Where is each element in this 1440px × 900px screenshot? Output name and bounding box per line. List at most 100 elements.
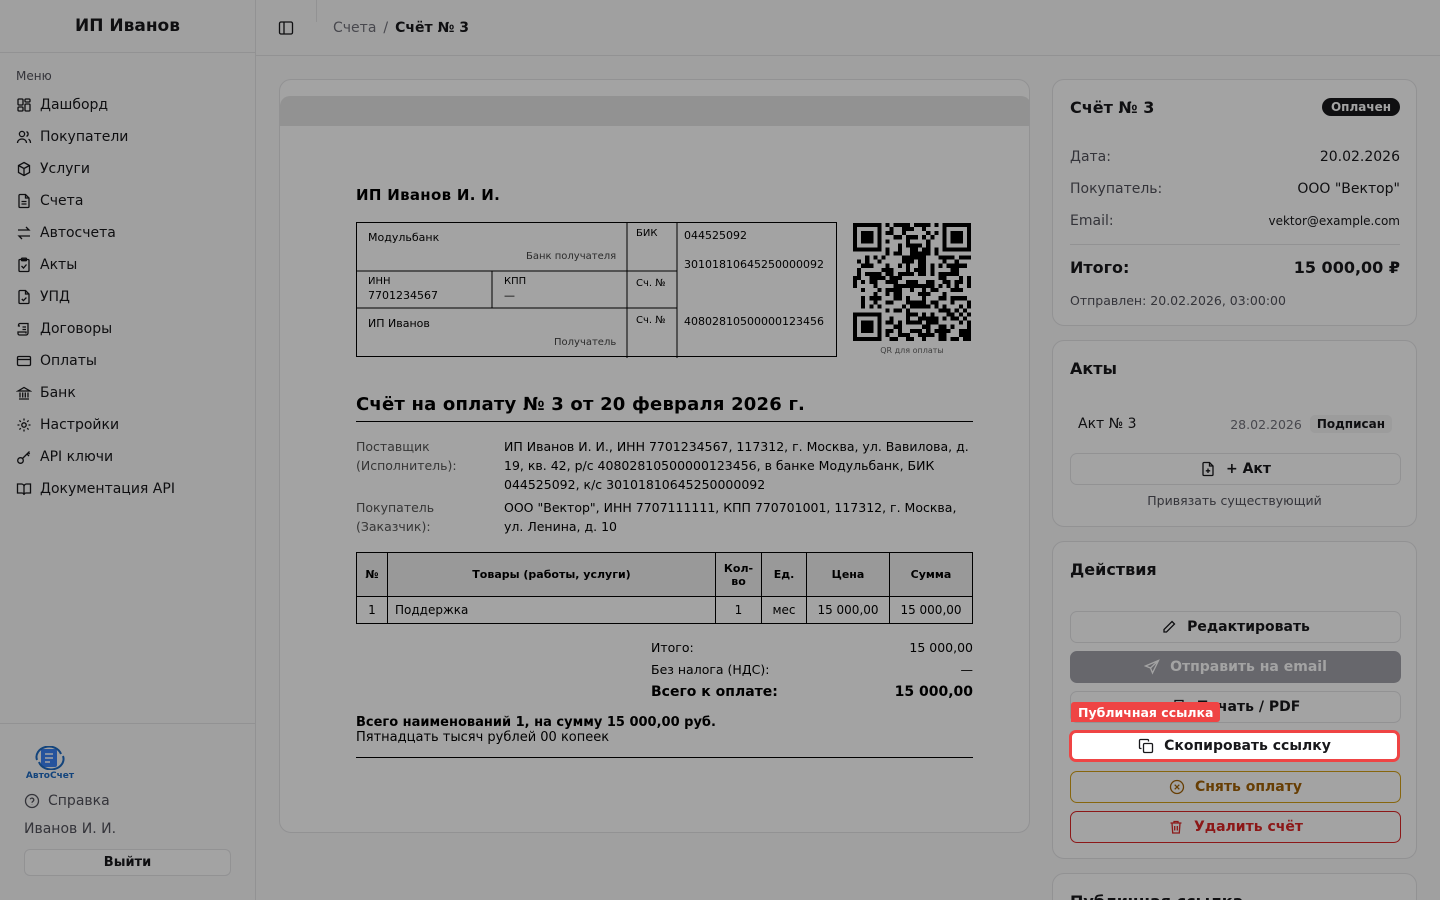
bik-value: 044525092 bbox=[684, 229, 747, 242]
row-item: Поддержка bbox=[387, 596, 716, 624]
logo-icon bbox=[35, 746, 65, 770]
col-items: Товары (работы, услуги) bbox=[387, 552, 716, 597]
sidebar-item-invoices[interactable]: Счета bbox=[0, 185, 255, 217]
help-link[interactable]: Справка bbox=[24, 787, 231, 815]
sidebar: ИП Иванов Меню Дашборд Покупатели Услуги… bbox=[0, 0, 256, 900]
total-value: 15 000,00 bbox=[909, 640, 973, 655]
logout-button[interactable]: Выйти bbox=[24, 849, 231, 876]
invoice-document: ИП Иванов И. И. Модульбанк Банк получате… bbox=[356, 186, 973, 758]
info-total-label: Итого: bbox=[1070, 258, 1130, 277]
buyer-row: Покупатель (Заказчик): ООО "Вектор", ИНН… bbox=[356, 498, 973, 536]
actions-panel: Действия Редактировать Отправить на emai… bbox=[1052, 541, 1417, 859]
credit-card-icon bbox=[16, 355, 32, 367]
info-title: Счёт № 3 bbox=[1070, 98, 1155, 117]
sidebar-item-api-docs[interactable]: Документация API bbox=[0, 473, 255, 505]
sidebar-item-api-keys[interactable]: API ключи bbox=[0, 441, 255, 473]
sidebar-item-contracts[interactable]: Договоры bbox=[0, 313, 255, 345]
book-open-icon bbox=[16, 483, 32, 496]
acts-panel: Акты Акт № 3 28.02.2026 Подписан + Акт П… bbox=[1052, 340, 1417, 527]
send-email-button[interactable]: Отправить на email bbox=[1070, 651, 1401, 683]
date-value: 20.02.2026 bbox=[1319, 149, 1400, 165]
sidebar-item-label: Автосчета bbox=[40, 225, 116, 241]
breadcrumb-invoices-link[interactable]: Счета bbox=[333, 20, 376, 36]
delete-invoice-label: Удалить счёт bbox=[1194, 819, 1303, 835]
invoice-preview: ИП Иванов И. И. Модульбанк Банк получате… bbox=[279, 79, 1030, 833]
sidebar-item-label: API ключи bbox=[40, 449, 114, 465]
vat-row: Без налога (НДС): — bbox=[651, 662, 973, 677]
date-label: Дата: bbox=[1070, 149, 1111, 165]
recipient-label: Получатель bbox=[554, 337, 617, 348]
sidebar-item-customers[interactable]: Покупатели bbox=[0, 121, 255, 153]
sidebar-item-dashboard[interactable]: Дашборд bbox=[0, 89, 255, 121]
copy-link-button[interactable]: Скопировать ссылку bbox=[1069, 730, 1400, 762]
link-existing-act[interactable]: Привязать существующий bbox=[1053, 493, 1416, 508]
row-sum: 15 000,00 bbox=[889, 596, 973, 624]
sidebar-item-label: Настройки bbox=[40, 417, 120, 433]
sidebar-item-label: Акты bbox=[40, 257, 78, 273]
bank-label: Банк получателя bbox=[526, 251, 617, 262]
row-qty: 1 bbox=[715, 596, 762, 624]
email-label: Email: bbox=[1070, 213, 1114, 229]
edit-button[interactable]: Редактировать bbox=[1070, 611, 1401, 643]
user-name: Иванов И. И. bbox=[24, 821, 117, 837]
sidebar-item-label: Оплаты bbox=[40, 353, 97, 369]
info-total-row: Итого: 15 000,00 ₽ bbox=[1070, 258, 1400, 277]
seller-name: ИП Иванов И. И. bbox=[356, 186, 501, 204]
bik-label: БИК bbox=[636, 228, 658, 239]
act-date: 28.02.2026 bbox=[1230, 416, 1302, 432]
send-icon bbox=[1144, 659, 1160, 675]
app-logo: АвтоСчет bbox=[24, 746, 76, 781]
sidebar-item-settings[interactable]: Настройки bbox=[0, 409, 255, 441]
sidebar-item-label: Счета bbox=[40, 193, 84, 209]
key-icon bbox=[17, 451, 31, 464]
clipboard-check-icon bbox=[18, 257, 30, 273]
vat-label: Без налога (НДС): bbox=[651, 662, 770, 677]
menu-title: Меню bbox=[16, 69, 52, 83]
breadcrumb-separator: / bbox=[383, 19, 389, 36]
sidebar-item-auto-invoices[interactable]: Автосчета bbox=[0, 217, 255, 249]
total-row: Итого: 15 000,00 bbox=[651, 640, 973, 655]
pencil-icon bbox=[1163, 620, 1176, 633]
top-bar: Счета / Счёт № 3 bbox=[256, 0, 1440, 56]
sidebar-item-upd[interactable]: УПД bbox=[0, 281, 255, 313]
summary-count: Всего наименований 1, на сумму 15 000,00… bbox=[356, 715, 716, 730]
x-circle-icon bbox=[1169, 779, 1185, 795]
status-badge: Оплачен bbox=[1321, 98, 1400, 116]
invoice-title: Счёт на оплату № 3 от 20 февраля 2026 г. bbox=[356, 394, 973, 422]
sidebar-item-label: УПД bbox=[40, 289, 70, 305]
kpp-label: КПП bbox=[504, 276, 527, 287]
delete-invoice-button[interactable]: Удалить счёт bbox=[1070, 811, 1401, 843]
bank-name: Модульбанк bbox=[368, 231, 440, 244]
account-label: Сч. № bbox=[636, 315, 666, 326]
panel-left-icon bbox=[278, 20, 294, 35]
total-label: Итого: bbox=[651, 640, 694, 655]
supplier-details: ИП Иванов И. И., ИНН 7701234567, 117312,… bbox=[504, 439, 969, 492]
add-act-button[interactable]: + Акт bbox=[1070, 453, 1401, 485]
remove-payment-button[interactable]: Снять оплату bbox=[1070, 771, 1401, 803]
trash-icon bbox=[1170, 820, 1182, 834]
act-status-badge: Подписан bbox=[1309, 415, 1392, 433]
users-icon bbox=[16, 130, 32, 144]
add-act-label: + Акт bbox=[1225, 461, 1272, 477]
arrows-swap-icon bbox=[17, 226, 31, 240]
invoice-info-panel: Счёт № 3 Оплачен Дата: 20.02.2026 Покупа… bbox=[1052, 79, 1417, 326]
col-qty: Кол-во bbox=[715, 552, 762, 597]
bank-details-table: Модульбанк Банк получателя ИНН 770123456… bbox=[356, 222, 837, 358]
act-name[interactable]: Акт № 3 bbox=[1078, 416, 1137, 432]
sidebar-item-label: Покупатели bbox=[40, 129, 129, 145]
col-sum: Сумма bbox=[889, 552, 973, 597]
file-plus-icon bbox=[1202, 461, 1214, 477]
act-row[interactable]: Акт № 3 28.02.2026 Подписан bbox=[1070, 410, 1400, 438]
buyer-info-value: ООО "Вектор" bbox=[1297, 181, 1400, 197]
items-table: № Товары (работы, услуги) Кол-во Ед. Цен… bbox=[356, 552, 973, 624]
copy-link-label: Скопировать ссылку bbox=[1164, 738, 1331, 754]
sidebar-item-payments[interactable]: Оплаты bbox=[0, 345, 255, 377]
sidebar-item-services[interactable]: Услуги bbox=[0, 153, 255, 185]
sidebar-item-bank[interactable]: Банк bbox=[0, 377, 255, 409]
sidebar-item-acts[interactable]: Акты bbox=[0, 249, 255, 281]
info-divider bbox=[1070, 244, 1400, 245]
dashboard-icon bbox=[17, 98, 31, 112]
corr-account-value: 30101810645250000092 bbox=[684, 258, 824, 271]
brand-title: ИП Иванов bbox=[0, 0, 255, 53]
sidebar-toggle-button[interactable] bbox=[256, 0, 316, 56]
